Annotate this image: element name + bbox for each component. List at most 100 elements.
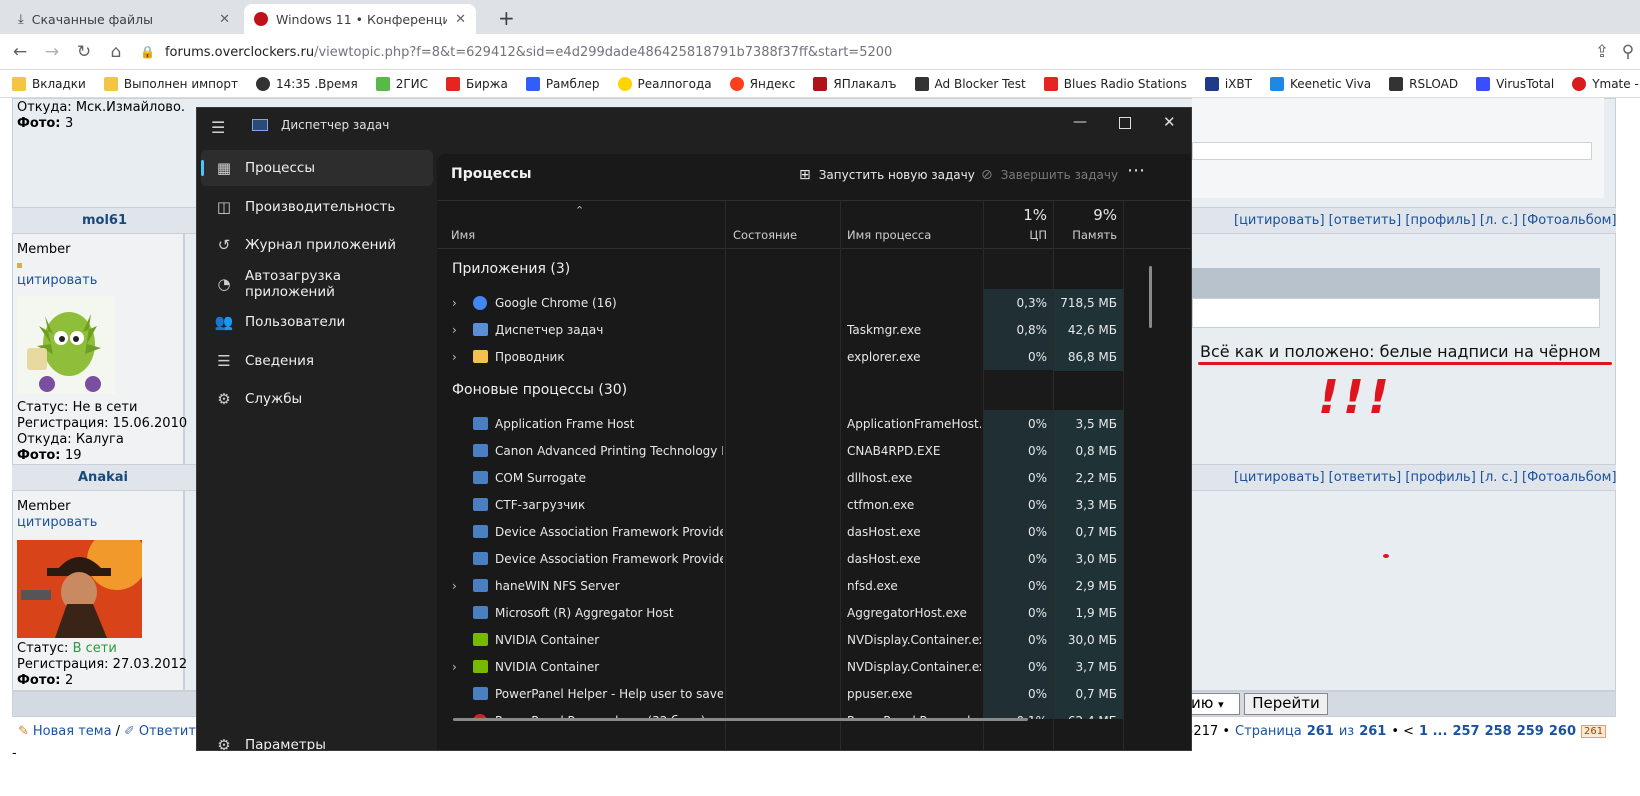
nav-item-services[interactable]: ⚙ Службы — [201, 381, 433, 417]
bookmark-item[interactable]: Вкладки — [12, 76, 86, 91]
more-options-icon[interactable]: ⋯ — [1127, 160, 1146, 181]
settings-nav-item[interactable]: ⚙ Параметры — [201, 727, 433, 751]
process-row[interactable]: Microsoft (R) Aggregator Host AggregatorH… — [437, 599, 1177, 627]
memory-value: 0,8 МБ — [1075, 444, 1117, 458]
process-name: Диспетчер задач — [495, 323, 604, 337]
user-registration: Регистрация: 15.06.2010 — [17, 416, 188, 431]
process-row[interactable]: PowerPanel Helper - Help user to save fi… — [437, 680, 1177, 708]
page-link[interactable]: 259 — [1517, 724, 1544, 739]
bookmark-item[interactable]: VirusTotal — [1476, 76, 1554, 91]
new-topic-link[interactable]: Новая тема — [33, 724, 112, 739]
nav-item-processes[interactable]: ▦ Процессы — [201, 150, 433, 186]
nav-item-history[interactable]: ↺ Журнал приложений — [201, 227, 433, 263]
process-row[interactable]: Application Frame Host ApplicationFrameHo… — [437, 410, 1177, 438]
process-row[interactable]: Device Association Framework Provider Ho… — [437, 518, 1177, 546]
bookmark-item[interactable]: RSLOAD — [1389, 76, 1458, 91]
col-cpu[interactable]: ЦП — [1003, 228, 1047, 242]
expand-chevron-icon[interactable]: › — [452, 660, 457, 674]
nav-item-startup[interactable]: ◔ Автозагрузка приложений — [201, 266, 433, 302]
reply-link[interactable]: Ответить — [139, 724, 204, 739]
bookmark-item[interactable]: 2ГИС — [375, 76, 428, 91]
hamburger-menu-icon[interactable]: ☰ — [211, 118, 225, 137]
horizontal-scrollbar[interactable] — [453, 718, 1028, 721]
share-icon[interactable]: ⇪ — [1590, 40, 1614, 64]
post-text-mol61: Всё как и положено: белые надписи на чёр… — [1200, 342, 1601, 361]
reload-button[interactable]: ↻ — [72, 40, 96, 64]
end-task-button[interactable]: ⊘ Завершить задачу — [981, 162, 1118, 188]
process-row[interactable]: NVIDIA Container NVDisplay.Container.exe 0… — [437, 626, 1177, 654]
bookmark-item[interactable]: Ymate - All In One... — [1572, 76, 1640, 91]
bookmark-item[interactable]: Blues Radio Stations — [1043, 76, 1187, 91]
home-button[interactable]: ⌂ — [104, 40, 128, 64]
nav-item-users[interactable]: 👥 Пользователи — [201, 304, 433, 340]
username-anakai[interactable]: Anakai — [78, 470, 128, 485]
bookmark-item[interactable]: Keenetic Viva — [1269, 76, 1371, 91]
quote-link[interactable]: цитировать — [17, 515, 97, 530]
expand-chevron-icon[interactable]: › — [452, 296, 457, 310]
history-icon: ↺ — [217, 236, 231, 254]
process-row[interactable]: Device Association Framework Provider Ho… — [437, 545, 1177, 573]
process-exe: dllhost.exe — [847, 471, 913, 485]
run-task-button[interactable]: ⊞ Запустить новую задачу — [799, 162, 975, 188]
process-row[interactable]: › Проводник explorer.exe 0% 86,8 МБ — [437, 343, 1177, 371]
process-row[interactable]: › NVIDIA Container NVDisplay.Container.exe… — [437, 653, 1177, 681]
bookmark-item[interactable]: Рамблер — [525, 76, 600, 91]
bookmark-item[interactable]: Ad Blocker Test — [914, 76, 1026, 91]
new-tab-button[interactable]: + — [498, 6, 515, 30]
process-row[interactable]: › Google Chrome (16) 0,3% 718,5 МБ — [437, 289, 1177, 317]
bookmark-item[interactable]: 14:35 .Время — [255, 76, 358, 91]
page-link[interactable]: 257 — [1452, 724, 1479, 739]
page-nav[interactable]: • < — [1391, 724, 1414, 739]
col-name[interactable]: Имя — [451, 228, 475, 242]
extensions-icon[interactable]: ⚲ — [1618, 40, 1638, 64]
nav-item-details[interactable]: ☰ Сведения — [201, 343, 433, 379]
expand-chevron-icon[interactable]: › — [452, 350, 457, 364]
url-path: /viewtopic.php?f=8&t=629412&sid=e4d299da… — [314, 44, 893, 60]
process-name: Microsoft (R) Aggregator Host — [495, 606, 674, 620]
memory-value: 0,7 МБ — [1075, 525, 1117, 539]
nav-item-performance[interactable]: ◫ Производительность — [201, 189, 433, 225]
close-tab-icon[interactable]: ✕ — [455, 12, 466, 27]
page-link[interactable]: 260 — [1549, 724, 1576, 739]
maximize-button[interactable] — [1119, 117, 1131, 129]
post-actions-anakai[interactable]: [цитировать] [ответить] [профиль] [л. с.… — [1234, 470, 1617, 485]
go-button[interactable]: Перейти — [1244, 693, 1328, 715]
forward-button[interactable]: → — [40, 40, 64, 64]
page-link[interactable]: 258 — [1485, 724, 1512, 739]
col-status[interactable]: Состояние — [733, 228, 797, 242]
process-row[interactable]: › Диспетчер задач Taskmgr.exe 0,8% 42,6 МБ — [437, 316, 1177, 344]
col-process-name[interactable]: Имя процесса — [847, 228, 931, 242]
quote-header-bar — [1192, 268, 1600, 298]
minimize-button[interactable]: — — [1073, 114, 1087, 130]
process-list: Приложения (3) › Google Chrome (16) 0,3% 718… — [437, 249, 1177, 719]
process-row[interactable]: › haneWIN NFS Server nfsd.exe 0% 2,9 МБ — [437, 572, 1177, 600]
process-row[interactable]: CTF-загрузчик ctfmon.exe 0% 3,3 МБ — [437, 491, 1177, 519]
forum-select[interactable]: ию ▾ — [1186, 693, 1240, 715]
bookmark-item[interactable]: Биржа — [446, 76, 508, 91]
col-memory[interactable]: Память — [1069, 228, 1117, 242]
gear-icon: ⚙ — [217, 736, 231, 751]
process-row[interactable]: Canon Advanced Printing Technology RPC .… — [437, 437, 1177, 465]
sort-up-icon: ⌃ — [575, 204, 585, 217]
tab-downloads[interactable]: ⤓ Скачанные файлы ✕ — [8, 4, 240, 34]
close-tab-icon[interactable]: ✕ — [219, 12, 230, 27]
back-button[interactable]: ← — [8, 40, 32, 64]
bookmark-item[interactable]: iXBT — [1204, 76, 1252, 91]
tab-overclockers[interactable]: Windows 11 • Конференция Overclockers.ru… — [244, 4, 476, 34]
bookmark-item[interactable]: Реалпогода — [617, 76, 712, 91]
process-name: NVIDIA Container — [495, 660, 600, 674]
quote-link[interactable]: цитировать — [17, 273, 97, 288]
vertical-scrollbar[interactable] — [1149, 266, 1152, 328]
post-actions-mol61[interactable]: [цитировать] [ответить] [профиль] [л. с.… — [1234, 213, 1617, 228]
page-link-first[interactable]: 1 ... — [1419, 724, 1447, 739]
bookmark-item[interactable]: Яндекс — [729, 76, 795, 91]
bookmark-item[interactable]: ЯПлакалъ — [813, 76, 897, 91]
process-row[interactable]: COM Surrogate dllhost.exe 0% 2,2 МБ — [437, 464, 1177, 492]
expand-chevron-icon[interactable]: › — [452, 579, 457, 593]
address-bar[interactable]: 🔒 forums.overclockers.ru /viewtopic.php?… — [140, 40, 1590, 64]
of-label: из — [1338, 724, 1355, 739]
bookmark-item[interactable]: Выполнен импорт — [103, 76, 238, 91]
close-button[interactable]: ✕ — [1163, 113, 1176, 131]
expand-chevron-icon[interactable]: › — [452, 323, 457, 337]
username-mol61[interactable]: mol61 — [82, 213, 127, 228]
